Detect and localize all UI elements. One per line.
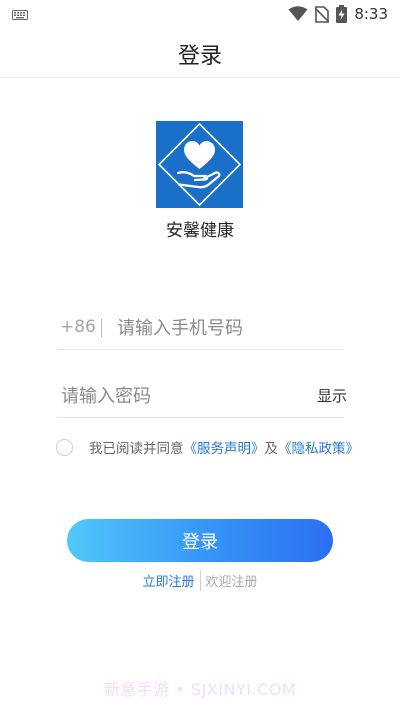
heart-hand-logo-icon — [156, 121, 243, 208]
privacy-policy-link[interactable]: 《隐私政策》 — [278, 437, 359, 457]
agreement-radio[interactable] — [56, 438, 73, 456]
agreement-and-text: 及 — [264, 441, 279, 457]
app-name: 安馨健康 — [166, 221, 234, 241]
wifi-icon — [288, 6, 308, 21]
watermark: 新意手游 • SJXINYI.COM — [103, 680, 297, 699]
login-button[interactable]: 登录 — [67, 519, 333, 562]
clock-time: 8:33 — [354, 5, 388, 23]
welcome-register-text: 欢迎注册 — [205, 575, 258, 590]
register-now-link[interactable]: 立即注册 — [142, 571, 199, 590]
agreement-text: 我已阅读并同意 — [89, 441, 184, 457]
page-title: 登录 — [177, 44, 222, 69]
status-bar: 8:33 — [0, 0, 400, 28]
service-statement-link[interactable]: 《服务声明》 — [184, 437, 265, 457]
phone-input[interactable] — [117, 313, 342, 343]
register-links: 立即注册 欢迎注册 — [0, 570, 400, 591]
password-input[interactable] — [61, 381, 301, 411]
no-sim-icon — [315, 5, 330, 23]
show-password-button[interactable]: 显示 — [317, 385, 347, 406]
country-code: +86 — [60, 317, 96, 337]
title-bar: 登录 — [0, 28, 400, 78]
keyboard-icon — [12, 10, 28, 20]
battery-charging-icon — [336, 5, 348, 23]
agreement-row: 我已阅读并同意 《服务声明》 及 《隐私政策》 — [56, 436, 359, 458]
country-code-separator — [101, 319, 102, 337]
password-field: 显示 — [57, 375, 347, 418]
phone-field: +86 — [57, 307, 344, 350]
